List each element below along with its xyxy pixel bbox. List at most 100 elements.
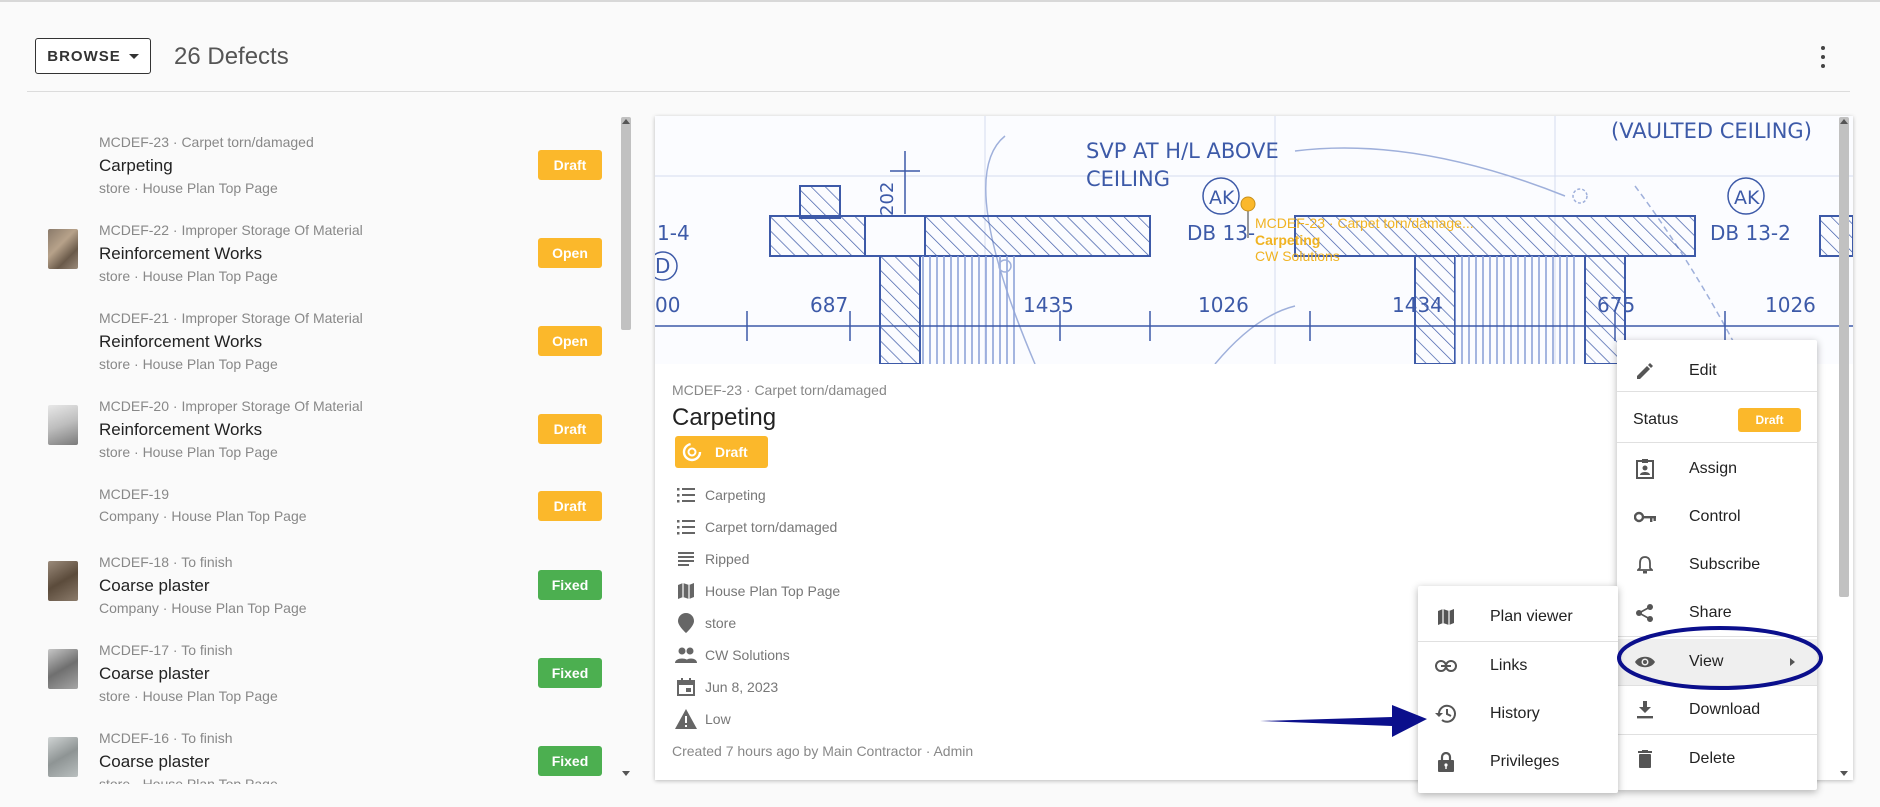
assign-icon xyxy=(1633,457,1657,481)
plan-dimension: 202 xyxy=(877,182,898,216)
status-badge: Fixed xyxy=(538,570,602,600)
detail-title: Carpeting xyxy=(672,404,777,431)
plan-dimension: 675 xyxy=(1597,293,1635,317)
submenu-item-privileges[interactable]: Privileges xyxy=(1418,739,1618,785)
menu-item-share[interactable]: Share xyxy=(1617,590,1817,636)
list-item[interactable]: MCDEF-20 · Improper Storage Of Material … xyxy=(27,381,602,469)
menu-item-status[interactable]: Status Draft xyxy=(1617,397,1817,443)
list-item[interactable]: MCDEF-18 · To finish Coarse plaster Comp… xyxy=(27,537,602,625)
plan-dimension: 687 xyxy=(810,293,848,317)
plan-note: (VAULTED CEILING) xyxy=(1611,119,1812,143)
detail-meta: MCDEF-23 · Carpet torn/damaged xyxy=(672,382,887,398)
plan-dimension: 1026 xyxy=(1198,293,1249,317)
status-badge: Fixed xyxy=(538,746,602,776)
status-badge: Fixed xyxy=(538,658,602,688)
menu-item-delete[interactable]: Delete xyxy=(1617,736,1817,782)
status-badge: Draft xyxy=(1738,408,1801,432)
menu-item-subscribe[interactable]: Subscribe xyxy=(1617,542,1817,588)
share-icon xyxy=(1633,601,1657,625)
plan-dimension: 1434 xyxy=(1392,293,1443,317)
people-icon xyxy=(675,644,697,666)
list-item[interactable]: MCDEF-23 · Carpet torn/damaged Carpeting… xyxy=(27,117,602,205)
list-item[interactable]: MCDEF-19 Company · House Plan Top Page D… xyxy=(27,469,602,537)
menu-item-control[interactable]: Control xyxy=(1617,494,1817,540)
pin-label-company: CW Solutions xyxy=(1255,248,1340,264)
plan-note: CEILING xyxy=(1086,167,1170,191)
detail-status-badge[interactable]: Draft xyxy=(675,436,768,468)
plan-viewer-preview[interactable]: SVP AT H/L ABOVE CEILING (VAULTED CEILIN… xyxy=(655,116,1853,364)
status-badge: Draft xyxy=(538,414,602,444)
list-item[interactable]: MCDEF-22 · Improper Storage Of Material … xyxy=(27,205,602,293)
detail-prop-category: Carpeting xyxy=(675,484,766,506)
eye-icon xyxy=(1633,650,1657,674)
list-item[interactable]: MCDEF-17 · To finish Coarse plaster stor… xyxy=(27,625,602,713)
scroll-up-icon[interactable] xyxy=(1840,119,1848,124)
bell-icon xyxy=(1633,553,1657,577)
defect-thumbnail xyxy=(48,649,78,689)
submenu-item-history[interactable]: History xyxy=(1418,691,1618,737)
scroll-up-icon[interactable] xyxy=(622,119,630,124)
list-icon xyxy=(675,516,697,538)
status-ring-icon xyxy=(682,442,702,462)
defect-thumbnail xyxy=(48,405,78,445)
map-icon xyxy=(675,580,697,602)
link-icon xyxy=(1434,654,1458,678)
page-header: BROWSE 26 Defects xyxy=(27,30,1850,92)
pin-label-title: Carpeting xyxy=(1255,232,1320,248)
status-badge: Open xyxy=(538,326,602,356)
detail-prop-plan: House Plan Top Page xyxy=(675,580,840,602)
detail-prop-description: Ripped xyxy=(675,548,749,570)
pin-label-meta: MCDEF-23 · Carpet torn/damage... xyxy=(1255,215,1474,231)
defect-thumbnail xyxy=(48,561,78,601)
warning-icon xyxy=(675,708,697,730)
list-item[interactable]: MCDEF-21 · Improper Storage Of Material … xyxy=(27,293,602,381)
plan-note: SVP AT H/L ABOVE xyxy=(1086,139,1279,163)
menu-item-edit[interactable]: Edit xyxy=(1617,348,1817,394)
plan-label: DB 13-2 xyxy=(1710,221,1791,245)
defect-thumbnail xyxy=(48,737,78,777)
submenu-item-links[interactable]: Links xyxy=(1418,643,1618,689)
detail-prop-type: Carpet torn/damaged xyxy=(675,516,837,538)
detail-scrollbar-thumb[interactable] xyxy=(1839,117,1849,597)
menu-item-assign[interactable]: Assign xyxy=(1617,446,1817,492)
detail-prop-location: store xyxy=(675,612,736,634)
scroll-down-icon[interactable] xyxy=(1840,771,1848,776)
detail-prop-company: CW Solutions xyxy=(675,644,790,666)
chevron-right-icon xyxy=(1790,658,1795,666)
plan-dimension: 00 xyxy=(655,293,680,317)
history-icon xyxy=(1434,702,1458,726)
plan-label: AK xyxy=(1734,187,1760,209)
plan-dimension: 1026 xyxy=(1765,293,1816,317)
list-icon xyxy=(675,484,697,506)
plan-label: 1-4 xyxy=(657,221,690,245)
status-badge: Open xyxy=(538,238,602,268)
context-menu: Edit Status Draft Assign Control Subscri… xyxy=(1617,340,1817,790)
calendar-icon xyxy=(675,676,697,698)
list-scrollbar-thumb[interactable] xyxy=(621,117,631,330)
menu-item-view[interactable]: View xyxy=(1617,639,1817,685)
detail-prop-priority: Low xyxy=(675,708,731,730)
map-icon xyxy=(1434,605,1458,629)
menu-item-download[interactable]: Download xyxy=(1617,687,1817,733)
more-vert-icon[interactable] xyxy=(1818,46,1828,68)
pencil-icon xyxy=(1633,359,1657,383)
caret-down-icon xyxy=(128,53,139,59)
page-title: 26 Defects xyxy=(174,43,289,70)
browse-button[interactable]: BROWSE xyxy=(35,38,151,74)
download-icon xyxy=(1633,698,1657,722)
trash-icon xyxy=(1633,747,1657,771)
defect-thumbnail xyxy=(48,229,78,269)
defect-pin-icon[interactable] xyxy=(1240,196,1256,212)
submenu-item-plan-viewer[interactable]: Plan viewer xyxy=(1418,594,1618,640)
scroll-down-icon[interactable] xyxy=(622,771,630,776)
plan-label: DB 13- xyxy=(1187,221,1255,245)
defect-list: MCDEF-23 · Carpet torn/damaged Carpeting… xyxy=(27,117,622,784)
plan-label: D xyxy=(655,254,670,278)
lock-icon xyxy=(1434,750,1458,774)
status-badge: Draft xyxy=(538,491,602,521)
top-border xyxy=(0,0,1880,2)
location-pin-icon xyxy=(675,612,697,634)
status-badge: Draft xyxy=(538,150,602,180)
key-icon xyxy=(1633,505,1657,529)
list-item[interactable]: MCDEF-16 · To finish Coarse plaster stor… xyxy=(27,713,602,784)
